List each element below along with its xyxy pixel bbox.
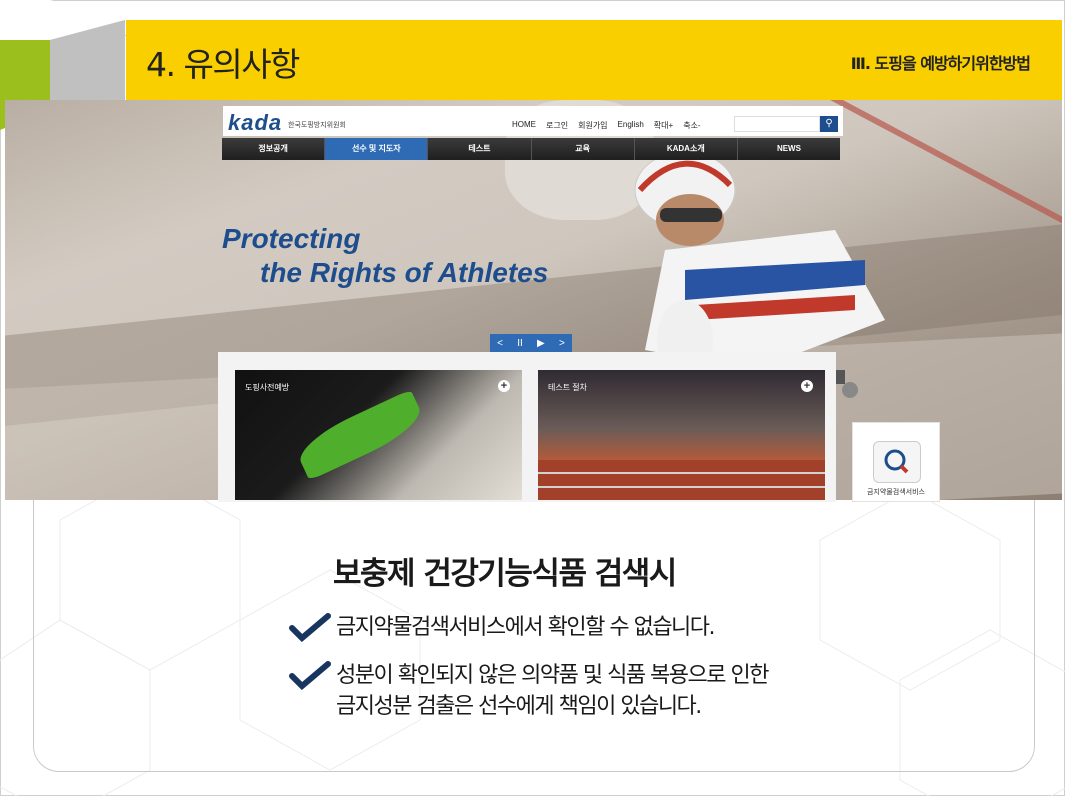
bullet-item: 금지약물검색서비스에서 확인할 수 없습니다. bbox=[288, 612, 716, 643]
tile-test-procedure[interactable]: 테스트 절차 + bbox=[538, 370, 825, 500]
leaf-image bbox=[292, 389, 428, 481]
slide-title: 4. 유의사항 bbox=[146, 45, 300, 84]
nav-info[interactable]: 정보공개 bbox=[222, 138, 326, 160]
bullet-text: 금지약물검색서비스에서 확인할 수 없습니다. bbox=[336, 615, 716, 640]
section-heading: 보충제 건강기능식품 검색시 bbox=[333, 556, 677, 592]
bullet-line-1: 성분이 확인되지 않은 의약품 및 식품 복용으로 인한 bbox=[336, 663, 770, 688]
section-label: Ⅲ. 도핑을 예방하기위한방법 bbox=[850, 54, 1031, 73]
slider-play-icon[interactable]: ▶ bbox=[537, 338, 545, 349]
slider-prev-icon[interactable]: < bbox=[497, 338, 503, 349]
tile-doping-prevention[interactable]: 도핑사전예방 + bbox=[235, 370, 522, 500]
logo-subtitle: 한국도핑방지위원회 bbox=[288, 122, 346, 129]
hero-slogan: Protecting the Rights of Athletes bbox=[222, 222, 548, 290]
slider-next-icon[interactable]: > bbox=[559, 338, 565, 349]
zoom-out-link[interactable]: 축소- bbox=[683, 120, 700, 131]
checkmark-icon bbox=[289, 613, 331, 642]
top-links: HOME 로그인 회원가입 English 확대+ 축소- bbox=[512, 120, 701, 131]
site-search-input[interactable] bbox=[734, 116, 820, 132]
tile-label: 도핑사전예방 bbox=[245, 383, 290, 392]
tile-label: 테스트 절차 bbox=[548, 383, 588, 392]
bullet-line-2: 금지성분 검출은 선수에게 책임이 있습니다. bbox=[336, 694, 702, 719]
search-icon[interactable]: ⚲ bbox=[820, 116, 838, 132]
plus-icon[interactable]: + bbox=[498, 380, 510, 392]
nav-athletes[interactable]: 선수 및 지도자 bbox=[325, 138, 429, 160]
link-login[interactable]: 로그인 bbox=[546, 120, 568, 131]
nav-about[interactable]: KADA소개 bbox=[635, 138, 738, 160]
kada-logo[interactable]: kada bbox=[228, 110, 282, 136]
nav-news[interactable]: NEWS bbox=[738, 138, 840, 160]
checkmark-icon bbox=[289, 661, 331, 690]
hero-line-1: Protecting bbox=[222, 223, 361, 254]
service-label: 금지약물검색서비스 bbox=[867, 489, 925, 496]
bullet-item: 성분이 확인되지 않은 의약품 및 식품 복용으로 인한 금지성분 검출은 선수… bbox=[288, 660, 770, 722]
link-english[interactable]: English bbox=[618, 120, 644, 131]
bullet-text: 성분이 확인되지 않은 의약품 및 식품 복용으로 인한 금지성분 검출은 선수… bbox=[336, 660, 770, 722]
magnifier-icon bbox=[873, 441, 921, 483]
plus-icon[interactable]: + bbox=[801, 380, 813, 392]
drug-search-service[interactable]: 금지약물검색서비스 bbox=[852, 422, 940, 502]
link-signup[interactable]: 회원가입 bbox=[578, 120, 607, 131]
link-home[interactable]: HOME bbox=[512, 120, 536, 131]
running-track bbox=[538, 460, 825, 500]
slider-pause-icon[interactable]: II bbox=[517, 338, 523, 349]
hero-line-2: the Rights of Athletes bbox=[260, 257, 549, 288]
zoom-in-link[interactable]: 확대+ bbox=[654, 120, 673, 131]
site-topbar: kada 한국도핑방지위원회 HOME 로그인 회원가입 English 확대+… bbox=[222, 106, 840, 136]
site-nav: 정보공개 선수 및 지도자 테스트 교육 KADA소개 NEWS bbox=[222, 138, 840, 160]
slider-controls: < II ▶ > bbox=[490, 334, 572, 352]
nav-test[interactable]: 테스트 bbox=[428, 138, 532, 160]
nav-education[interactable]: 교육 bbox=[532, 138, 635, 160]
